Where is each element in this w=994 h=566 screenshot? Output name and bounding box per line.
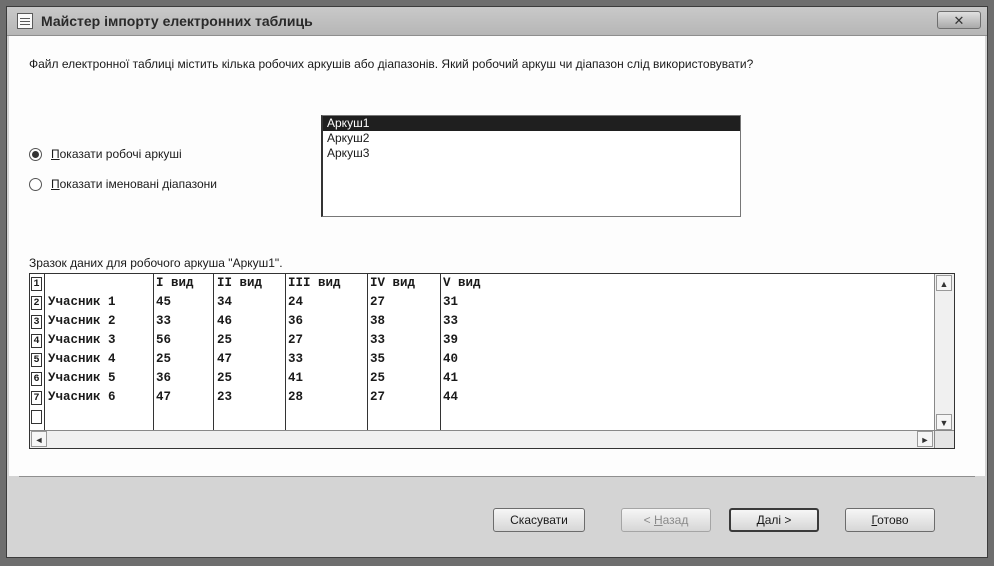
list-item-sheet2[interactable]: Аркуш2	[323, 131, 740, 146]
row-number: 3	[31, 315, 42, 329]
table-cell: 44	[443, 390, 459, 404]
row-number: 2	[31, 296, 42, 310]
back-button[interactable]: < Назад	[621, 508, 711, 532]
table-cell: 27	[370, 295, 386, 309]
table-cell: 38	[370, 314, 386, 328]
list-item-sheet1[interactable]: Аркуш1	[323, 116, 740, 131]
table-cell: Учасник 2	[48, 314, 116, 328]
table-row: 2 Учасник 1 45 34 24 27 31	[30, 293, 934, 312]
scrollbar-corner	[934, 430, 954, 448]
table-cell: 25	[217, 371, 233, 385]
table-cell: IV вид	[370, 276, 416, 290]
table-cell: 33	[443, 314, 459, 328]
table-cell: Учасник 1	[48, 295, 116, 309]
table-cell: 25	[156, 352, 172, 366]
table-cell: Учасник 4	[48, 352, 116, 366]
table-row: 3 Учасник 2 33 46 36 38 33	[30, 312, 934, 331]
table-cell: 33	[370, 333, 386, 347]
app-window-icon	[17, 13, 33, 29]
table-cell: 25	[217, 333, 233, 347]
table-row: 4 Учасник 3 56 25 27 33 39	[30, 331, 934, 350]
scroll-down-icon[interactable]: ▼	[936, 414, 952, 430]
table-row: 1 I вид II вид III вид IV вид V вид	[30, 274, 934, 293]
list-item-sheet3[interactable]: Аркуш3	[323, 146, 740, 161]
table-cell: 36	[288, 314, 304, 328]
table-row: 5 Учасник 4 25 47 33 35 40	[30, 350, 934, 369]
row-number: 1	[31, 277, 42, 291]
cancel-button[interactable]: Скасувати	[493, 508, 585, 532]
table-cell: 34	[217, 295, 233, 309]
close-button[interactable]: ✕	[937, 11, 981, 29]
sample-data-label: Зразок даних для робочого аркуша "Аркуш1…	[29, 256, 283, 270]
option-label: Показати іменовані діапазони	[51, 177, 217, 191]
row-number: 4	[31, 334, 42, 348]
table-cell: 47	[156, 390, 172, 404]
table-cell: 27	[370, 390, 386, 404]
data-grid-area[interactable]: 1 I вид II вид III вид IV вид V вид 2 Учасник 1…	[30, 274, 934, 431]
button-separator	[19, 476, 975, 477]
table-cell: 35	[370, 352, 386, 366]
horizontal-scrollbar[interactable]: ◄ ►	[30, 430, 934, 448]
table-cell: II вид	[217, 276, 263, 290]
table-cell: 25	[370, 371, 386, 385]
table-cell: Учасник 6	[48, 390, 116, 404]
window-title: Майстер імпорту електронних таблиць	[41, 13, 313, 29]
table-cell: 40	[443, 352, 459, 366]
table-cell: 39	[443, 333, 459, 347]
table-cell: 33	[156, 314, 172, 328]
table-cell: 47	[217, 352, 233, 366]
data-preview-grid[interactable]: 1 I вид II вид III вид IV вид V вид 2 Учасник 1…	[29, 273, 955, 449]
table-cell: Учасник 5	[48, 371, 116, 385]
import-wizard-window: Майстер імпорту електронних таблиць ✕ Фа…	[6, 6, 988, 558]
table-cell: 41	[288, 371, 304, 385]
next-button[interactable]: Далі >	[729, 508, 819, 532]
option-show-worksheets[interactable]: Показати робочі аркуші	[29, 147, 182, 161]
worksheet-listbox[interactable]: Аркуш1 Аркуш2 Аркуш3	[321, 115, 741, 217]
table-cell: 36	[156, 371, 172, 385]
row-number: 5	[31, 353, 42, 367]
table-cell: I вид	[156, 276, 194, 290]
row-number: 6	[31, 372, 42, 386]
option-label: Показати робочі аркуші	[51, 147, 182, 161]
vertical-scrollbar[interactable]: ▲ ▼	[934, 274, 954, 431]
table-cell: 46	[217, 314, 233, 328]
title-bar[interactable]: Майстер імпорту електронних таблиць ✕	[7, 7, 987, 36]
table-row: 7 Учасник 6 47 23 28 27 44	[30, 388, 934, 407]
table-cell: 23	[217, 390, 233, 404]
question-text: Файл електронної таблиці містить кілька …	[29, 57, 754, 71]
option-show-named-ranges[interactable]: Показати іменовані діапазони	[29, 177, 217, 191]
row-number	[31, 410, 42, 424]
table-cell: 24	[288, 295, 304, 309]
radio-show-named-ranges[interactable]	[29, 177, 42, 191]
scroll-left-icon[interactable]: ◄	[31, 431, 47, 447]
table-row: 6 Учасник 5 36 25 41 25 41	[30, 369, 934, 388]
table-cell: 27	[288, 333, 304, 347]
table-cell: III вид	[288, 276, 341, 290]
scroll-up-icon[interactable]: ▲	[936, 275, 952, 291]
scroll-right-icon[interactable]: ►	[917, 431, 933, 447]
table-cell: 31	[443, 295, 459, 309]
table-cell: V вид	[443, 276, 481, 290]
table-cell: Учасник 3	[48, 333, 116, 347]
table-cell: 41	[443, 371, 459, 385]
table-cell: 28	[288, 390, 304, 404]
finish-button[interactable]: Готово	[845, 508, 935, 532]
table-cell: 56	[156, 333, 172, 347]
table-row	[30, 407, 934, 426]
row-number: 7	[31, 391, 42, 405]
radio-show-worksheets[interactable]	[29, 147, 42, 161]
table-cell: 45	[156, 295, 172, 309]
table-cell: 33	[288, 352, 304, 366]
